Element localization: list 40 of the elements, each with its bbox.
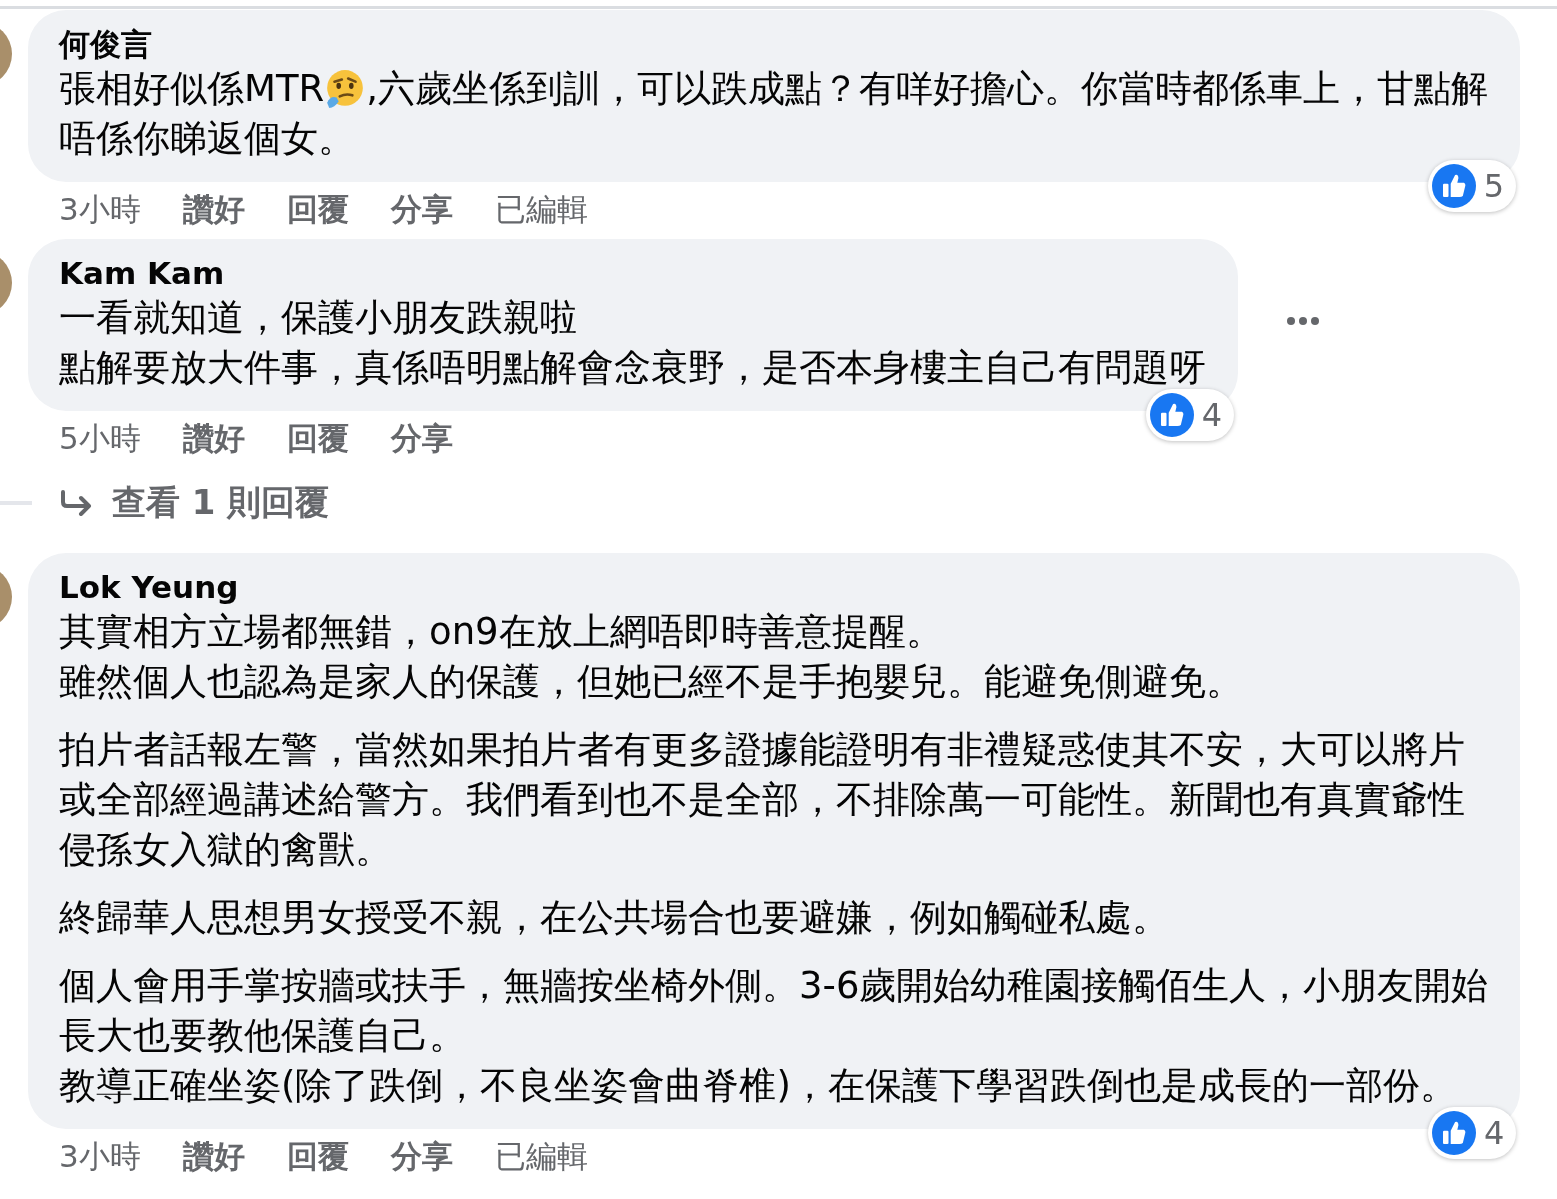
reaction-count[interactable]: 5	[1427, 160, 1516, 212]
comment-text: 點解要放大件事，真係唔明點解會念衰野，是否本身樓主自己有問題呀	[59, 345, 1206, 391]
timestamp[interactable]: 5小時	[59, 418, 141, 460]
comment-action-link[interactable]: 讚好	[182, 418, 245, 460]
comment-action-link[interactable]: 分享	[390, 1136, 453, 1178]
comment-action-link[interactable]: 分享	[390, 189, 453, 231]
comment-action-link[interactable]: 讚好	[182, 1136, 245, 1178]
view-replies-link[interactable]: 查看 1 則回覆	[60, 480, 330, 526]
thumbs-up-icon	[1432, 1111, 1477, 1155]
author-name[interactable]: Lok Yeung	[59, 567, 1489, 607]
comment-text: 張相好似係MTR	[59, 66, 325, 112]
thumbs-up-icon	[1149, 393, 1194, 437]
reaction-count[interactable]: 4	[1428, 1107, 1517, 1159]
comment-text: 侵孫女入獄的禽獸。	[59, 827, 393, 873]
comment-text: 拍片者話報左警，當然如果拍片者有更多證據能證明有非禮疑惑使其不安，大可以將片	[59, 727, 1466, 773]
edited-label: 已編輯	[494, 190, 588, 229]
comment-action-link[interactable]: 讚好	[182, 189, 245, 231]
comment-action-link[interactable]: 回覆	[286, 189, 349, 231]
comment-text: 或全部經過講述給警方。我們看到也不是全部，不排除萬一可能性。新聞也有真實爺性	[59, 777, 1466, 823]
comment-text: 長大也要教他保護自己。	[59, 1013, 467, 1059]
comment-text: 終歸華人思想男女授受不親，在公共場合也要避嫌，例如觸碰私處。	[59, 895, 1170, 941]
comment-text: ,六歲坐係到訓，可以跌成點？有咩好擔心。你當時都係車上，甘點解	[366, 66, 1488, 112]
comment-action-link[interactable]: 分享	[390, 418, 453, 460]
comment-text: 教導正確坐姿(除了跌倒，不良坐姿會曲脊椎)，在保護下學習跌倒也是成長的一部份。	[59, 1063, 1458, 1109]
comment-text: 其實相方立場都無錯，on9在放上網唔即時善意提醒。	[59, 609, 944, 655]
comment-text: 個人會用手掌按牆或扶手，無牆按坐椅外側。3-6歲開始幼稚園接觸佰生人，小朋友開始	[59, 963, 1489, 1009]
comment-action-link[interactable]: 回覆	[286, 418, 349, 460]
more-options-icon[interactable]	[1286, 316, 1320, 326]
comment-text: 雖然個人也認為是家人的保護，但她已經不是手抱嬰兒。能避免側避免。	[59, 659, 1244, 705]
author-name[interactable]: 何俊言	[59, 24, 1488, 64]
comment-text: 一看就知道，保護小朋友跌親啦	[59, 295, 578, 341]
thumbs-up-icon	[1431, 164, 1476, 208]
edited-label: 已編輯	[494, 1137, 588, 1176]
comment-text: 唔係你睇返個女。	[59, 116, 356, 162]
reaction-count[interactable]: 4	[1145, 389, 1234, 441]
timestamp[interactable]: 3小時	[59, 189, 141, 231]
author-name[interactable]: Kam Kam	[59, 253, 1206, 293]
reply-arrow-icon	[60, 490, 94, 516]
comment-action-link[interactable]: 回覆	[286, 1136, 349, 1178]
timestamp[interactable]: 3小時	[59, 1136, 141, 1178]
